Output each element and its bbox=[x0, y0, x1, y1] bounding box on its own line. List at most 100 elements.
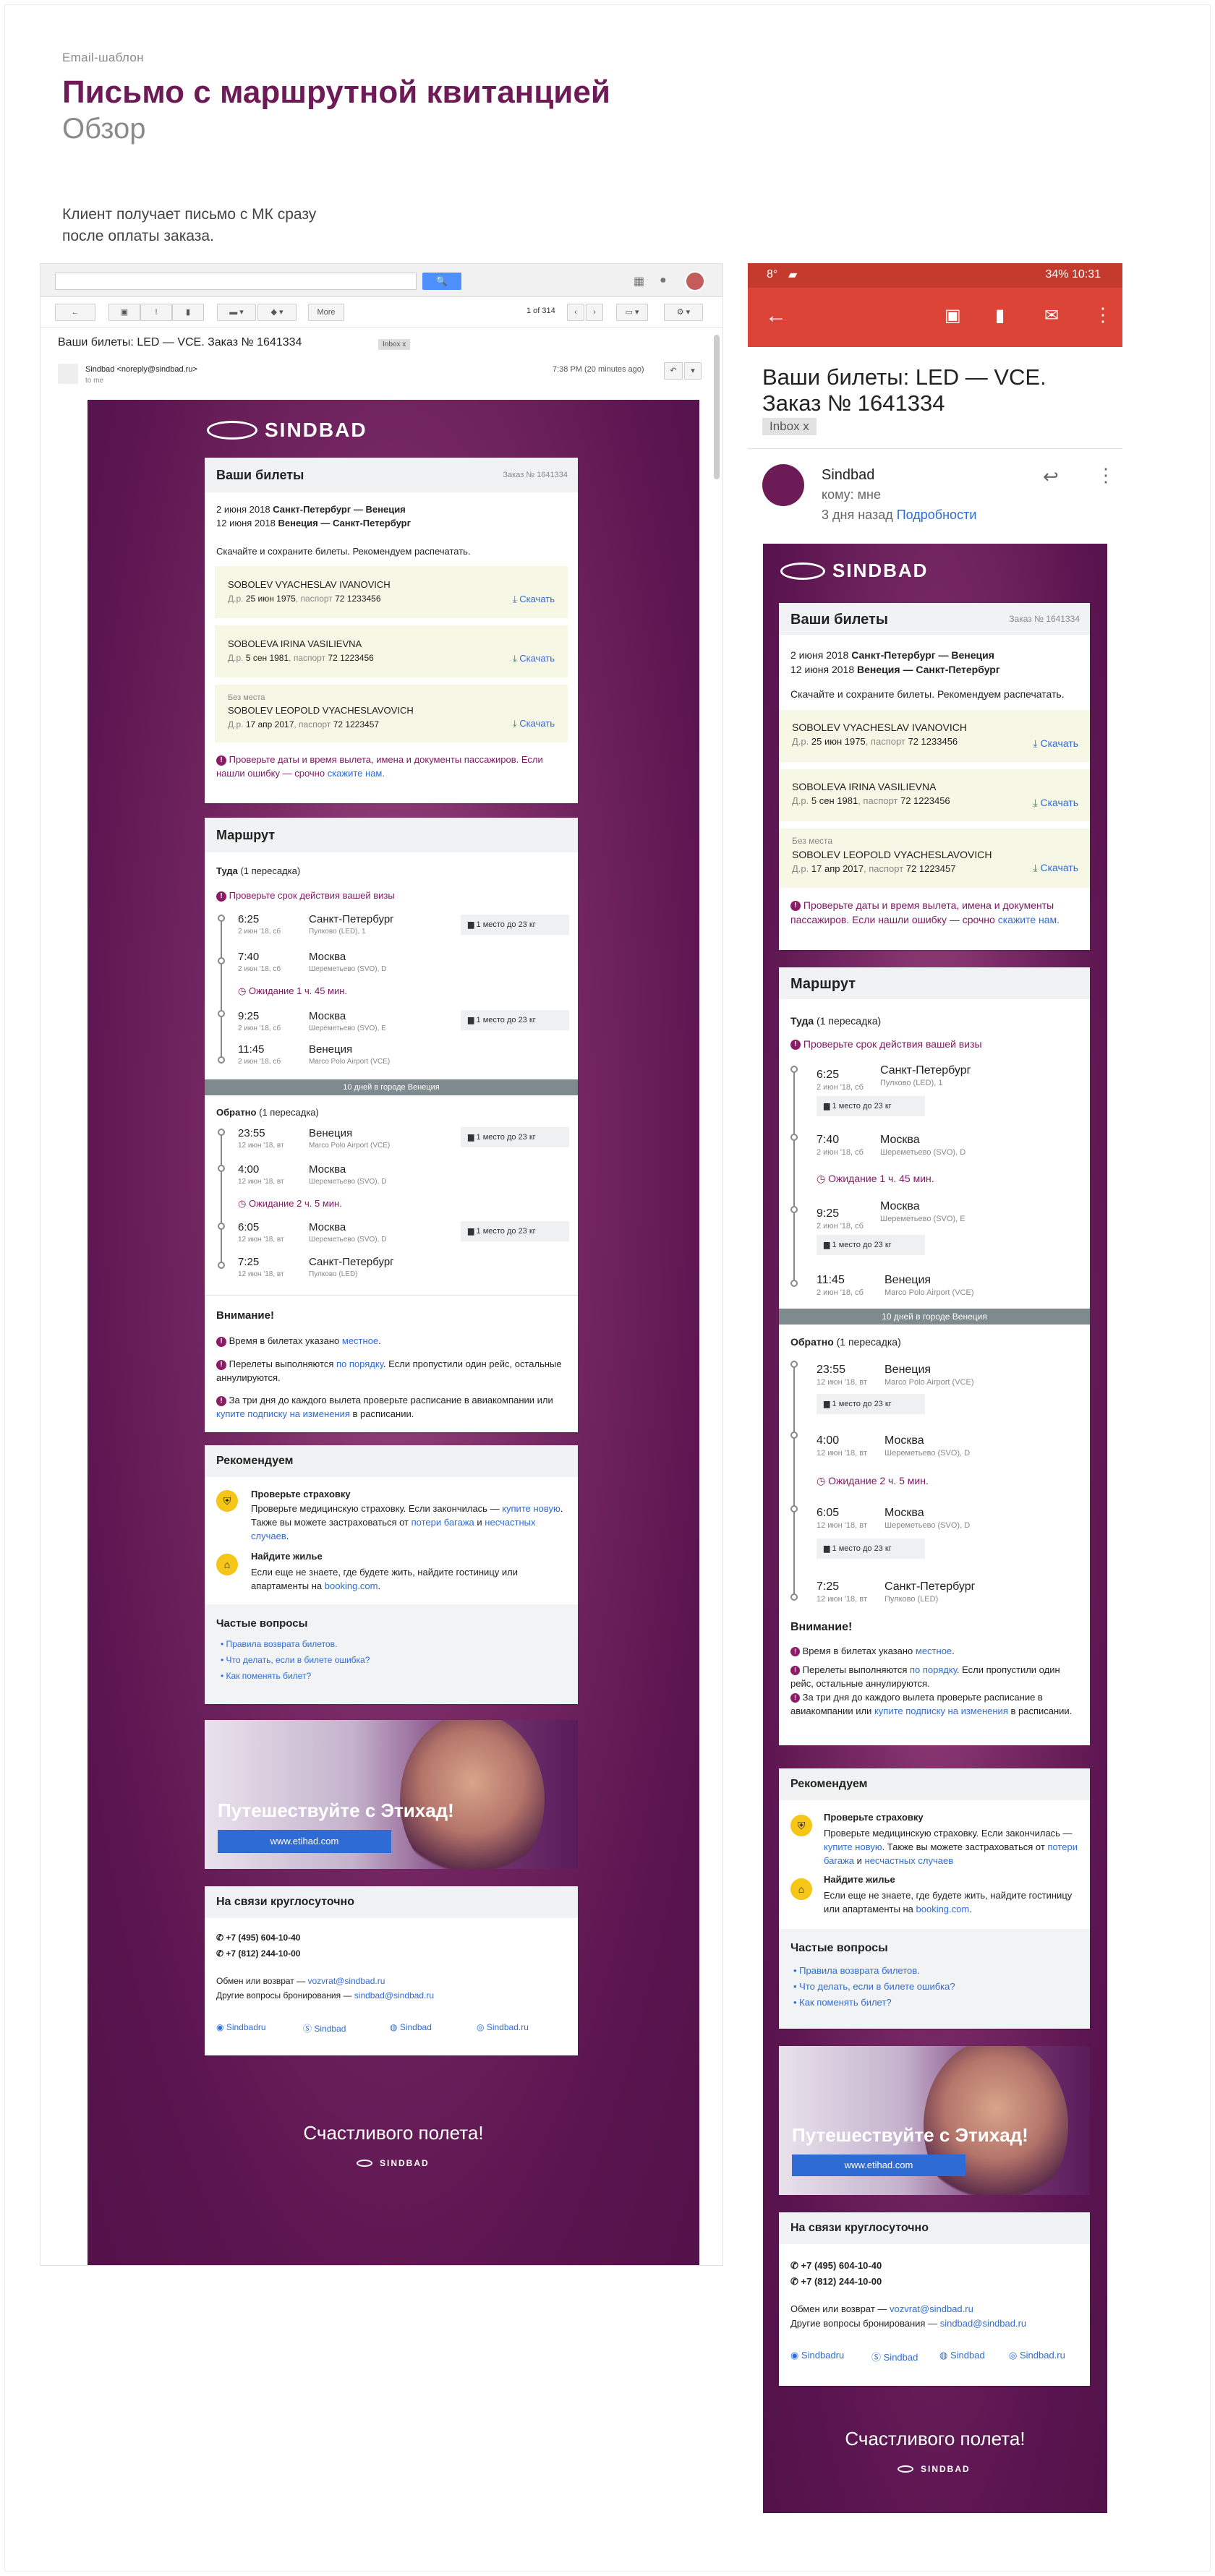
exchange-email-link[interactable]: vozvrat@sindbad.ru bbox=[307, 1976, 385, 1986]
faq-link[interactable]: • Как поменять билет? bbox=[793, 1997, 892, 2008]
reply-button[interactable]: ↶ bbox=[664, 362, 683, 380]
skype-link[interactable]: Ⓢ Sindbad bbox=[871, 2350, 918, 2363]
download-link[interactable]: ⤓ Скачать bbox=[513, 594, 555, 605]
promo-button[interactable]: www.etihad.com bbox=[792, 2154, 965, 2176]
search-button[interactable]: 🔍 bbox=[422, 273, 461, 290]
timeline-dot bbox=[218, 1223, 225, 1230]
etihad-promo-banner[interactable]: Путешествуйте с Этихад! www.etihad.com bbox=[779, 2046, 1090, 2195]
local-time-link[interactable]: местное bbox=[342, 1335, 378, 1346]
more-button[interactable]: More bbox=[308, 304, 344, 321]
apps-grid-icon[interactable]: ▦ bbox=[634, 274, 644, 288]
report-link[interactable]: скажите нам. bbox=[998, 914, 1060, 925]
delete-icon[interactable]: ▮ bbox=[995, 305, 1005, 326]
local-time-link[interactable]: местное bbox=[916, 1646, 952, 1656]
other-email-link[interactable]: sindbad@sindbad.ru bbox=[354, 1990, 434, 2001]
airport: Marco Polo Airport (VCE) bbox=[309, 1058, 391, 1066]
promo-photo bbox=[400, 1720, 545, 1869]
recipient[interactable]: to me bbox=[85, 377, 103, 385]
attention-item: ! За три дня до каждого вылета проверьте… bbox=[216, 1395, 553, 1419]
move-to-button[interactable]: ▬ ▾ bbox=[217, 304, 256, 321]
booking-link[interactable]: booking.com bbox=[325, 1580, 378, 1591]
baggage-badge: ▆ 1 место до 23 кг bbox=[461, 1127, 569, 1147]
download-link[interactable]: ⤓ Скачать bbox=[1033, 862, 1078, 874]
promo-button[interactable]: www.etihad.com bbox=[218, 1830, 391, 1853]
spam-button[interactable]: ! bbox=[140, 304, 172, 321]
alert-icon: ! bbox=[790, 1666, 800, 1676]
booking-link[interactable]: booking.com bbox=[916, 1904, 970, 1914]
faq-link[interactable]: • Как поменять билет? bbox=[221, 1671, 311, 1681]
exchange-email-link[interactable]: vozvrat@sindbad.ru bbox=[890, 2303, 973, 2314]
buy-insurance-link[interactable]: купите новую bbox=[824, 1841, 882, 1852]
settings-button[interactable]: ⚙ ▾ bbox=[664, 304, 703, 321]
there-label: Туда (1 пересадка) bbox=[216, 865, 301, 876]
other-email-link[interactable]: sindbad@sindbad.ru bbox=[940, 2318, 1026, 2329]
download-link[interactable]: ⤓ Скачать bbox=[513, 653, 555, 664]
faq-link[interactable]: • Что делать, если в билете ошибка? bbox=[221, 1655, 370, 1665]
recommend-card: Рекомендуем ⛨ Проверьте страховку Провер… bbox=[205, 1445, 578, 1704]
etihad-promo-banner[interactable]: Путешествуйте с Этихад! www.etihad.com bbox=[205, 1720, 578, 1869]
city: Санкт-Петербург bbox=[309, 1256, 394, 1268]
search-input[interactable] bbox=[55, 273, 417, 290]
gmail-toolbar: ← ▣ ! ▮ ▬ ▾ ◆ ▾ More 1 of 314 ‹ › ▭ ▾ ⚙ … bbox=[40, 297, 722, 328]
phone-2[interactable]: ✆ +7 (812) 244-10-00 bbox=[216, 1948, 300, 1959]
subscription-link[interactable]: купите подписку на изменения bbox=[216, 1408, 350, 1419]
buy-insurance-link[interactable]: купите новую bbox=[502, 1503, 560, 1514]
vk-link[interactable]: ◉ Sindbadru bbox=[790, 2350, 844, 2361]
more-vert-icon[interactable]: ⋮ bbox=[1094, 304, 1112, 326]
notifications-icon[interactable]: ● bbox=[660, 274, 667, 287]
baggage-loss-link[interactable]: потери багажа bbox=[412, 1517, 474, 1528]
bag-icon: ▆ bbox=[468, 1227, 474, 1236]
phone-1[interactable]: ✆ +7 (495) 604-10-40 bbox=[216, 1933, 300, 1943]
web-link[interactable]: ◎ Sindbad.ru bbox=[477, 2022, 529, 2032]
labels-button[interactable]: ◆ ▾ bbox=[257, 304, 297, 321]
report-link[interactable]: скажите нам. bbox=[328, 768, 385, 779]
web-link[interactable]: ◎ Sindbad.ru bbox=[1009, 2350, 1065, 2361]
archive-button[interactable]: ▣ bbox=[108, 304, 140, 321]
clock-icon: ◷ bbox=[238, 1198, 247, 1209]
delete-button[interactable]: ▮ bbox=[172, 304, 204, 321]
viber-link[interactable]: ◍ Sindbad bbox=[390, 2022, 432, 2032]
phone-2[interactable]: ✆ +7 (812) 244-10-00 bbox=[790, 2276, 882, 2288]
reply-more-button[interactable]: ▾ bbox=[684, 362, 702, 380]
airport: Шереметьево (SVO), D bbox=[884, 1521, 971, 1530]
vk-link[interactable]: ◉ Sindbadru bbox=[216, 2022, 266, 2032]
time: 7:25 bbox=[238, 1256, 260, 1268]
airport: Шереметьево (SVO), D bbox=[309, 965, 387, 973]
page-subtitle: Обзор bbox=[62, 113, 146, 145]
viber-link[interactable]: ◍ Sindbad bbox=[939, 2350, 985, 2361]
accident-link[interactable]: несчастных случаев bbox=[865, 1855, 954, 1866]
more-vert-icon[interactable]: ⋮ bbox=[1096, 464, 1115, 487]
status-bar: 8° ▰ 34% 10:31 bbox=[748, 263, 1122, 288]
inbox-label[interactable]: Inbox x bbox=[378, 339, 411, 350]
next-page-button[interactable]: › bbox=[586, 304, 603, 321]
status-temp: 8° bbox=[767, 268, 778, 281]
vk-icon: ◉ bbox=[216, 2022, 224, 2032]
download-link[interactable]: ⤓ Скачать bbox=[513, 718, 555, 729]
back-button[interactable]: ← bbox=[55, 304, 95, 321]
faq-link[interactable]: • Правила возврата билетов. bbox=[221, 1639, 337, 1649]
airport: Шереметьево (SVO), D bbox=[309, 1178, 387, 1186]
prev-page-button[interactable]: ‹ bbox=[567, 304, 584, 321]
airport: Marco Polo Airport (VCE) bbox=[884, 1288, 974, 1297]
download-link[interactable]: ⤓ Скачать bbox=[1033, 797, 1078, 809]
details-link[interactable]: Подробности bbox=[897, 508, 977, 522]
phone-1[interactable]: ✆ +7 (495) 604-10-40 bbox=[790, 2260, 882, 2272]
back-arrow-icon[interactable]: ← bbox=[765, 304, 787, 328]
mobile-inbox-label[interactable]: Inbox x bbox=[762, 418, 817, 435]
order-link[interactable]: по порядку bbox=[336, 1358, 383, 1369]
download-link[interactable]: ⤓ Скачать bbox=[1033, 737, 1078, 750]
archive-icon[interactable]: ▣ bbox=[945, 305, 961, 326]
order-link[interactable]: по порядку bbox=[910, 1664, 957, 1675]
mail-icon[interactable]: ✉ bbox=[1044, 305, 1059, 326]
faq-link[interactable]: • Правила возврата билетов. bbox=[793, 1965, 920, 1976]
subscription-link[interactable]: купите подписку на изменения bbox=[874, 1706, 1008, 1716]
time: 7:40 bbox=[817, 1134, 840, 1146]
reply-icon[interactable]: ↩ bbox=[1043, 466, 1059, 488]
timeline-dot bbox=[218, 915, 225, 922]
faq-link[interactable]: • Что делать, если в билете ошибка? bbox=[793, 1981, 955, 1992]
layover-wait: ◷ Ожидание 2 ч. 5 мин. bbox=[817, 1475, 929, 1486]
view-button[interactable]: ▭ ▾ bbox=[616, 304, 648, 321]
avatar[interactable] bbox=[685, 271, 705, 291]
skype-link[interactable]: Ⓢ Sindbad bbox=[303, 2022, 346, 2034]
scrollbar[interactable] bbox=[714, 335, 720, 479]
